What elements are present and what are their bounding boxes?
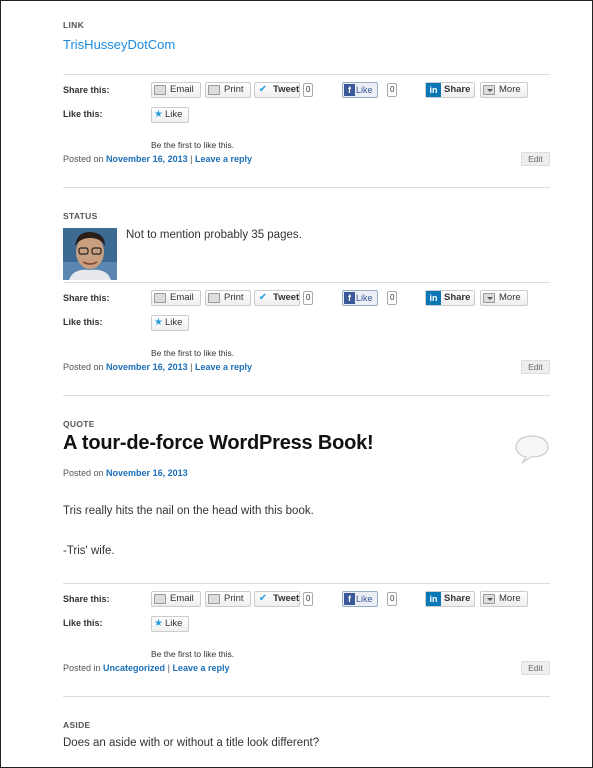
print-icon xyxy=(208,85,220,95)
edit-button[interactable]: Edit xyxy=(521,661,550,675)
post-date-link[interactable]: November 16, 2013 xyxy=(106,362,188,372)
chevron-down-icon xyxy=(483,85,495,95)
facebook-like-button[interactable]: f Like xyxy=(342,591,378,607)
status-text: Not to mention probably 35 pages. xyxy=(126,229,302,241)
linkedin-share-button[interactable]: in Share xyxy=(425,290,476,306)
print-icon xyxy=(208,594,220,604)
edit-button[interactable]: Edit xyxy=(521,152,550,166)
quote-text: Tris really hits the nail on the head wi… xyxy=(63,505,314,517)
more-share-button[interactable]: More xyxy=(480,82,528,98)
more-share-button[interactable]: More xyxy=(480,290,528,306)
share-print-button[interactable]: Print xyxy=(205,591,251,607)
edit-button[interactable]: Edit xyxy=(521,360,550,374)
share-row: Share this: Email Print ✔ Tweet 0 f Like 0… xyxy=(63,290,550,308)
divider xyxy=(63,74,550,75)
comment-bubble-icon[interactable] xyxy=(514,434,550,464)
divider xyxy=(63,282,550,283)
leave-reply-link[interactable]: Leave a reply xyxy=(172,663,229,673)
linkedin-icon: in xyxy=(426,291,441,305)
facebook-icon: f xyxy=(344,593,355,605)
facebook-like-button[interactable]: f Like xyxy=(342,82,378,98)
linkedin-icon: in xyxy=(426,592,441,606)
quote-attribution: -Tris' wife. xyxy=(63,545,115,557)
divider xyxy=(63,395,550,396)
share-label: Share this: xyxy=(63,293,110,303)
be-first-to-like: Be the first to like this. xyxy=(151,348,235,358)
share-row: Share this: Email Print ✔ Tweet 0 f Like 0… xyxy=(63,591,550,609)
email-icon xyxy=(154,293,166,303)
tweet-button[interactable]: ✔ Tweet xyxy=(254,290,300,306)
star-icon: ★ xyxy=(154,618,163,629)
post-date-link[interactable]: November 16, 2013 xyxy=(106,468,188,478)
tweet-count: 0 xyxy=(303,83,314,97)
star-icon: ★ xyxy=(154,317,163,328)
twitter-bird-icon: ✔ xyxy=(258,593,268,604)
tweet-count: 0 xyxy=(303,592,314,606)
facebook-icon: f xyxy=(344,84,355,96)
share-row: Share this: Email Print ✔ Tweet 0 f Like 0… xyxy=(63,82,550,100)
like-label: Like this: xyxy=(63,618,103,628)
share-label: Share this: xyxy=(63,594,110,604)
post-date-meta: Posted on November 16, 2013 xyxy=(63,468,188,478)
facebook-like-count: 0 xyxy=(387,83,398,97)
chevron-down-icon xyxy=(483,293,495,303)
divider xyxy=(63,187,550,188)
aside-text: Does an aside with or without a title lo… xyxy=(63,737,320,749)
linkedin-icon: in xyxy=(426,83,441,97)
entry-meta: Posted on November 16, 2013 | Leave a re… xyxy=(63,154,253,164)
be-first-to-like: Be the first to like this. xyxy=(151,140,235,150)
like-button[interactable]: ★ Like xyxy=(151,616,189,632)
post-date-link[interactable]: November 16, 2013 xyxy=(106,154,188,164)
link-post-link[interactable]: TrisHusseyDotCom xyxy=(63,37,550,52)
tweet-button[interactable]: ✔ Tweet xyxy=(254,591,300,607)
share-label: Share this: xyxy=(63,85,110,95)
email-icon xyxy=(154,594,166,604)
tweet-button[interactable]: ✔ Tweet xyxy=(254,82,300,98)
post-format-label: ASIDE xyxy=(63,720,91,730)
post-format-label: QUOTE xyxy=(63,419,95,429)
facebook-icon: f xyxy=(344,292,355,304)
twitter-bird-icon: ✔ xyxy=(258,292,268,303)
be-first-to-like: Be the first to like this. xyxy=(151,649,235,659)
twitter-bird-icon: ✔ xyxy=(258,84,268,95)
divider xyxy=(63,583,550,584)
star-icon: ★ xyxy=(154,109,163,120)
divider xyxy=(63,696,550,697)
page-frame: LINK TrisHusseyDotCom Share this: Email … xyxy=(0,0,593,768)
post-format-label: STATUS xyxy=(63,211,98,221)
facebook-like-count: 0 xyxy=(387,291,398,305)
leave-reply-link[interactable]: Leave a reply xyxy=(195,362,252,372)
entry-meta: Posted on November 16, 2013 | Leave a re… xyxy=(63,362,253,372)
leave-reply-link[interactable]: Leave a reply xyxy=(195,154,252,164)
more-share-button[interactable]: More xyxy=(480,591,528,607)
linkedin-share-button[interactable]: in Share xyxy=(425,82,476,98)
tweet-count: 0 xyxy=(303,291,314,305)
like-button[interactable]: ★ Like xyxy=(151,107,189,123)
category-link[interactable]: Uncategorized xyxy=(103,663,165,673)
post-format-label: LINK xyxy=(63,20,85,30)
share-print-button[interactable]: Print xyxy=(205,290,251,306)
entry-meta: Posted in Uncategorized | Leave a reply xyxy=(63,663,230,673)
facebook-like-count: 0 xyxy=(387,592,398,606)
linkedin-share-button[interactable]: in Share xyxy=(425,591,476,607)
chevron-down-icon xyxy=(483,594,495,604)
facebook-like-button[interactable]: f Like xyxy=(342,290,378,306)
share-email-button[interactable]: Email xyxy=(151,591,201,607)
like-label: Like this: xyxy=(63,109,103,119)
print-icon xyxy=(208,293,220,303)
like-button[interactable]: ★ Like xyxy=(151,315,189,331)
share-email-button[interactable]: Email xyxy=(151,290,201,306)
email-icon xyxy=(154,85,166,95)
share-email-button[interactable]: Email xyxy=(151,82,201,98)
share-print-button[interactable]: Print xyxy=(205,82,251,98)
post-title[interactable]: A tour-de-force WordPress Book! xyxy=(63,432,374,455)
avatar xyxy=(63,228,117,280)
like-label: Like this: xyxy=(63,317,103,327)
